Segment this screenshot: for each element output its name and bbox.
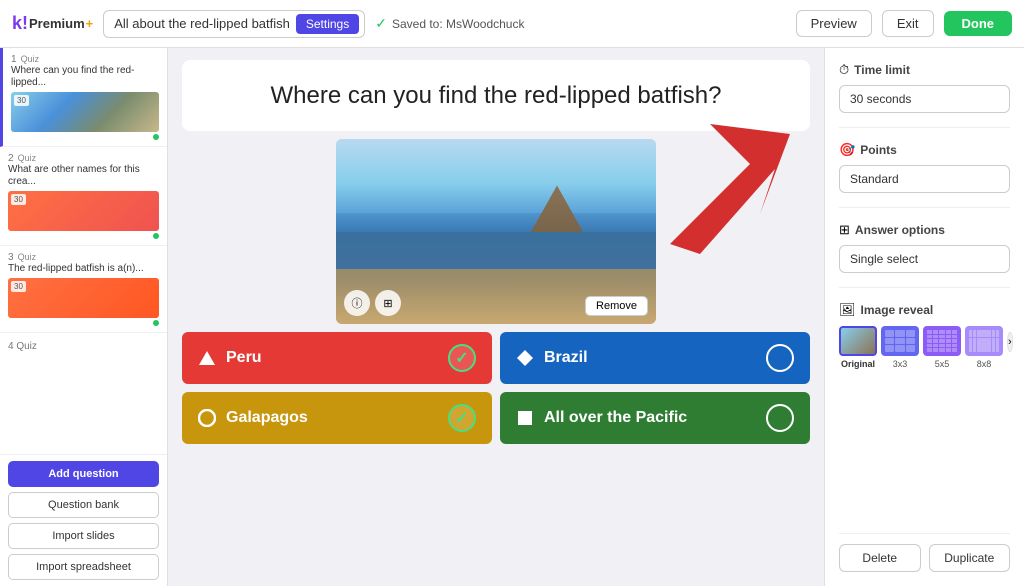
points-select[interactable]: Standard Double No points bbox=[839, 165, 1010, 193]
reveal-3x3[interactable]: 3x3 bbox=[881, 326, 919, 369]
sidebar: 1 Quiz Where can you find the red-lipped… bbox=[0, 48, 168, 586]
answer-pacific-label: All over the Pacific bbox=[544, 409, 687, 427]
exit-button[interactable]: Exit bbox=[882, 10, 934, 37]
answer-brazil[interactable]: Brazil bbox=[500, 332, 810, 384]
answer-galapagos[interactable]: Galapagos ✓ bbox=[182, 392, 492, 444]
time-limit-select[interactable]: 30 seconds 1 minute 2 minutes bbox=[839, 85, 1010, 113]
reveal-8x8-label: 8x8 bbox=[977, 359, 992, 369]
question-bank-button[interactable]: Question bank bbox=[8, 492, 159, 518]
quiz-title: All about the red-lipped batfish bbox=[114, 16, 290, 31]
answer-brazil-check bbox=[766, 344, 794, 372]
right-panel: ⏱ Time limit 30 seconds 1 minute 2 minut… bbox=[824, 48, 1024, 586]
reveal-original-thumb bbox=[839, 326, 877, 356]
item-3-type: Quiz bbox=[18, 252, 37, 262]
reveal-original[interactable]: Original bbox=[839, 326, 877, 369]
reveal-5x5[interactable]: 5x5 bbox=[923, 326, 961, 369]
delete-button[interactable]: Delete bbox=[839, 544, 921, 572]
image-reveal-label: Image reveal bbox=[861, 303, 934, 317]
brand-logo: k!Premium+ bbox=[12, 13, 93, 34]
check-icon: ✓ bbox=[375, 15, 387, 32]
add-question-button[interactable]: Add question bbox=[8, 461, 159, 487]
item-1-thumb: 30 bbox=[11, 92, 159, 132]
remove-image-button[interactable]: Remove bbox=[585, 296, 648, 316]
clock-icon: ⏱ bbox=[839, 62, 849, 78]
time-limit-label: Time limit bbox=[854, 63, 910, 77]
item-3-thumb: 30 bbox=[8, 278, 159, 318]
item-3-dot bbox=[153, 320, 159, 326]
sidebar-buttons: Add question Question bank Import slides… bbox=[0, 454, 167, 586]
reveal-5x5-thumb bbox=[923, 326, 961, 356]
sidebar-item-2[interactable]: 2 Quiz What are other names for this cre… bbox=[0, 147, 167, 246]
answer-options-section: ⊞ Answer options Single select Multi sel… bbox=[839, 222, 1010, 273]
item-2-number: 2 bbox=[8, 153, 14, 164]
question-text: Where can you find the red-lipped batfis… bbox=[271, 82, 722, 109]
item-3-number: 3 bbox=[8, 252, 14, 263]
thumb-2-number: 30 bbox=[11, 194, 26, 205]
done-button[interactable]: Done bbox=[944, 11, 1013, 36]
saved-text: Saved to: MsWoodchuck bbox=[392, 17, 525, 31]
item-1-number: 1 bbox=[11, 54, 17, 65]
answer-pacific-check bbox=[766, 404, 794, 432]
answer-options-icon: ⊞ bbox=[839, 222, 850, 238]
red-arrow bbox=[650, 124, 790, 259]
image-reveal-icon: 🖼 bbox=[839, 302, 856, 318]
item-3-text: The red-lipped batfish is a(n)... bbox=[8, 263, 159, 275]
item-2-type: Quiz bbox=[18, 153, 37, 163]
duplicate-button[interactable]: Duplicate bbox=[929, 544, 1011, 572]
reveal-3x3-thumb bbox=[881, 326, 919, 356]
media-image: ⓘ ⊞ Remove bbox=[336, 139, 656, 324]
image-edit-button[interactable]: ⊞ bbox=[375, 290, 401, 316]
settings-button[interactable]: Settings bbox=[296, 14, 359, 34]
media-area: ⓘ ⊞ Remove bbox=[182, 139, 810, 324]
answer-pacific[interactable]: All over the Pacific bbox=[500, 392, 810, 444]
answer-peru[interactable]: Peru ✓ bbox=[182, 332, 492, 384]
item-2-dot bbox=[153, 233, 159, 239]
sidebar-item-1[interactable]: 1 Quiz Where can you find the red-lipped… bbox=[0, 48, 167, 147]
saved-badge: ✓ Saved to: MsWoodchuck bbox=[375, 15, 524, 32]
points-section: 🎯 Points Standard Double No points bbox=[839, 142, 1010, 193]
diamond-icon bbox=[516, 349, 534, 367]
time-limit-section: ⏱ Time limit 30 seconds 1 minute 2 minut… bbox=[839, 62, 1010, 113]
sidebar-item-3[interactable]: 3 Quiz The red-lipped batfish is a(n)...… bbox=[0, 246, 167, 333]
preview-button[interactable]: Preview bbox=[796, 10, 872, 37]
panel-bottom-buttons: Delete Duplicate bbox=[839, 533, 1010, 572]
thumb-3-number: 30 bbox=[11, 281, 26, 292]
points-label: Points bbox=[860, 143, 897, 157]
import-spreadsheet-button[interactable]: Import spreadsheet bbox=[8, 554, 159, 580]
title-bar: All about the red-lipped batfish Setting… bbox=[103, 10, 365, 38]
image-reveal-section: 🖼 Image reveal Original 3x3 bbox=[839, 302, 1010, 369]
answer-peru-label: Peru bbox=[226, 349, 262, 367]
points-icon: 🎯 bbox=[839, 142, 855, 158]
reveal-3x3-label: 3x3 bbox=[893, 359, 908, 369]
answer-brazil-label: Brazil bbox=[544, 349, 588, 367]
sidebar-item-4-label: 4 Quiz bbox=[0, 333, 167, 356]
answer-galapagos-label: Galapagos bbox=[226, 409, 308, 427]
image-controls: ⓘ ⊞ bbox=[344, 290, 401, 316]
answer-options-select[interactable]: Single select Multi select bbox=[839, 245, 1010, 273]
reveal-8x8[interactable]: 8x8 bbox=[965, 326, 1003, 369]
circle-icon bbox=[198, 409, 216, 427]
reveal-original-label: Original bbox=[841, 359, 875, 369]
reveal-8x8-thumb bbox=[965, 326, 1003, 356]
square-icon bbox=[516, 409, 534, 427]
answer-options-label: Answer options bbox=[855, 223, 945, 237]
answer-peru-check: ✓ bbox=[448, 344, 476, 372]
item-1-type: Quiz bbox=[21, 54, 40, 64]
image-info-button[interactable]: ⓘ bbox=[344, 290, 370, 316]
answer-galapagos-check: ✓ bbox=[448, 404, 476, 432]
main-layout: 1 Quiz Where can you find the red-lipped… bbox=[0, 48, 1024, 586]
question-card: Where can you find the red-lipped batfis… bbox=[182, 60, 810, 131]
item-2-text: What are other names for this crea... bbox=[8, 164, 159, 188]
triangle-icon bbox=[198, 349, 216, 367]
item-1-dot bbox=[153, 134, 159, 140]
item-1-text: Where can you find the red-lipped... bbox=[11, 65, 159, 89]
thumb-1-number: 30 bbox=[14, 95, 29, 106]
item-2-thumb: 30 bbox=[8, 191, 159, 231]
answers-grid: Peru ✓ Brazil Galapagos ✓ bbox=[182, 332, 810, 444]
header: k!Premium+ All about the red-lipped batf… bbox=[0, 0, 1024, 48]
reveal-next-button[interactable]: › bbox=[1007, 332, 1013, 352]
center-content: Where can you find the red-lipped batfis… bbox=[168, 48, 824, 586]
import-slides-button[interactable]: Import slides bbox=[8, 523, 159, 549]
reveal-5x5-label: 5x5 bbox=[935, 359, 950, 369]
